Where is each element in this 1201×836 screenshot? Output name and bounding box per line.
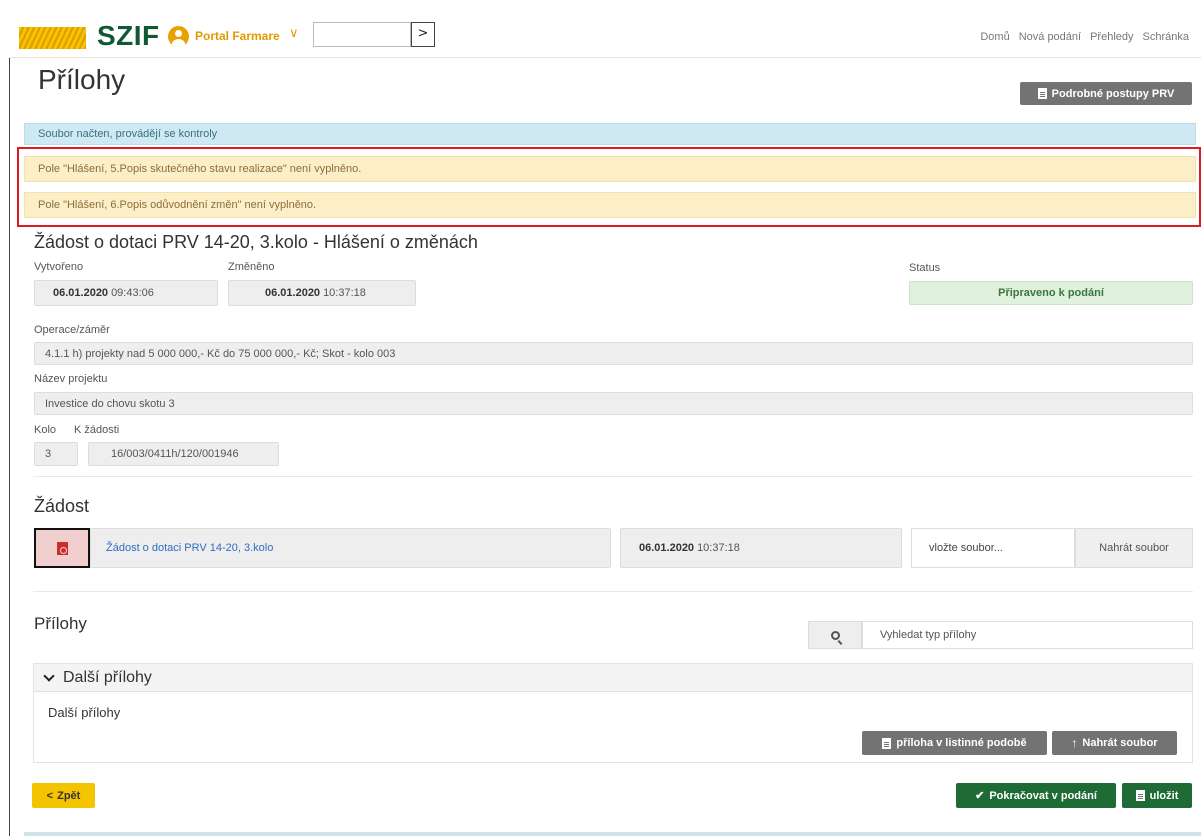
top-bar: SZIF Portal Farmare ∨ > Domů Nová podání… [9,8,1201,58]
nav-link-new-submission[interactable]: Nová podání [1019,31,1081,43]
round-label: Kolo [34,424,57,436]
paper-attachment-label: příloha v listinné podobě [896,737,1027,749]
search-icon [830,630,840,640]
status-label: Status [909,262,941,274]
continue-submission-button[interactable]: ✔ Pokračovat v podání [956,783,1116,808]
attachments-section-title: Přílohy [34,614,87,633]
document-icon [882,737,892,749]
save-button-label: uložit [1149,789,1179,802]
pdf-cell[interactable] [34,528,90,568]
highlight-box [17,147,1201,227]
logo-stripes-icon [19,27,86,49]
changed-date: 06.01.2020 [265,287,321,299]
status-badge: Připraveno k podání [909,281,1193,305]
request-file-link[interactable]: Žádost o dotaci PRV 14-20, 3.kolo [106,542,273,554]
round-field: 3 [34,442,78,466]
attachment-search-button[interactable] [808,621,862,649]
save-icon [1135,790,1145,801]
page-title: Přílohy [38,64,126,95]
request-file-date: 06.01.2020 [639,542,695,554]
application-title: Žádost o dotaci PRV 14-20, 3.kolo - Hláš… [34,232,478,252]
portal-menu-label[interactable]: Portal Farmare [195,29,280,43]
nav-link-home[interactable]: Domů [980,31,1009,43]
changed-field: 06.01.2020 10:37:18 [228,280,416,306]
chevron-down-icon[interactable]: ∨ [289,26,299,41]
szif-logo[interactable]: SZIF [97,20,160,52]
operation-label: Operace/záměr [34,324,110,336]
attachment-upload-button[interactable]: ↑ Nahrát soubor [1052,731,1177,755]
request-upload-button[interactable]: Nahrát soubor [1075,528,1193,568]
save-button[interactable]: uložit [1122,783,1192,808]
created-time: 09:43:06 [111,287,154,299]
continue-submission-label: Pokračovat v podání [989,789,1097,802]
request-section-title: Žádost [34,496,90,516]
reference-label: K žádosti [74,424,120,436]
project-name-field: Investice do chovu skotu 3 [34,392,1193,415]
other-attachments-panel-header[interactable]: Další přílohy [34,664,1192,692]
created-date: 06.01.2020 [53,287,109,299]
upload-icon: ↑ [1071,736,1078,750]
created-label: Vytvořeno [34,261,84,273]
operation-field: 4.1.1 h) projekty nad 5 000 000,- Kč do … [34,342,1193,365]
request-file-timestamp: 06.01.2020 10:37:18 [620,528,902,568]
chevron-left-icon: < [46,789,54,802]
bottom-divider [24,832,1201,836]
back-button[interactable]: < Zpět [32,783,95,808]
divider [33,591,1193,592]
request-file-time: 10:37:18 [697,542,740,554]
top-search-button[interactable]: > [411,22,435,47]
user-icon[interactable] [168,26,189,47]
top-search-input[interactable] [313,22,411,47]
attachment-search-input[interactable]: Vyhledat typ přílohy [862,621,1193,649]
request-file-input[interactable]: vložte soubor... [911,528,1075,568]
project-name-label: Název projektu [34,373,108,385]
changed-label: Změněno [228,261,275,273]
reference-field: 16/003/0411h/120/001946 [88,442,279,466]
divider [33,476,1193,477]
info-alert: Soubor načten, provádějí se kontroly [24,123,1196,145]
panel-subtitle: Další přílohy [48,705,121,720]
nav-link-inbox[interactable]: Schránka [1143,31,1189,43]
procedures-button[interactable]: Podrobné postupy PRV [1020,82,1192,105]
procedures-button-label: Podrobné postupy PRV [1051,87,1175,100]
changed-time: 10:37:18 [323,287,366,299]
document-icon [1037,88,1047,99]
paper-attachment-button[interactable]: příloha v listinné podobě [862,731,1047,755]
chevron-down-icon [43,669,55,682]
attachment-upload-label: Nahrát soubor [1082,737,1158,749]
top-nav: Domů Nová podání Přehledy Schránka [980,31,1189,43]
pdf-icon [56,541,68,555]
back-button-label: Zpět [57,789,81,802]
created-field: 06.01.2020 09:43:06 [34,280,218,306]
check-icon: ✔ [975,790,985,802]
panel-title: Další přílohy [63,668,152,686]
request-file-cell: Žádost o dotaci PRV 14-20, 3.kolo [90,528,611,568]
nav-link-overviews[interactable]: Přehledy [1090,31,1133,43]
